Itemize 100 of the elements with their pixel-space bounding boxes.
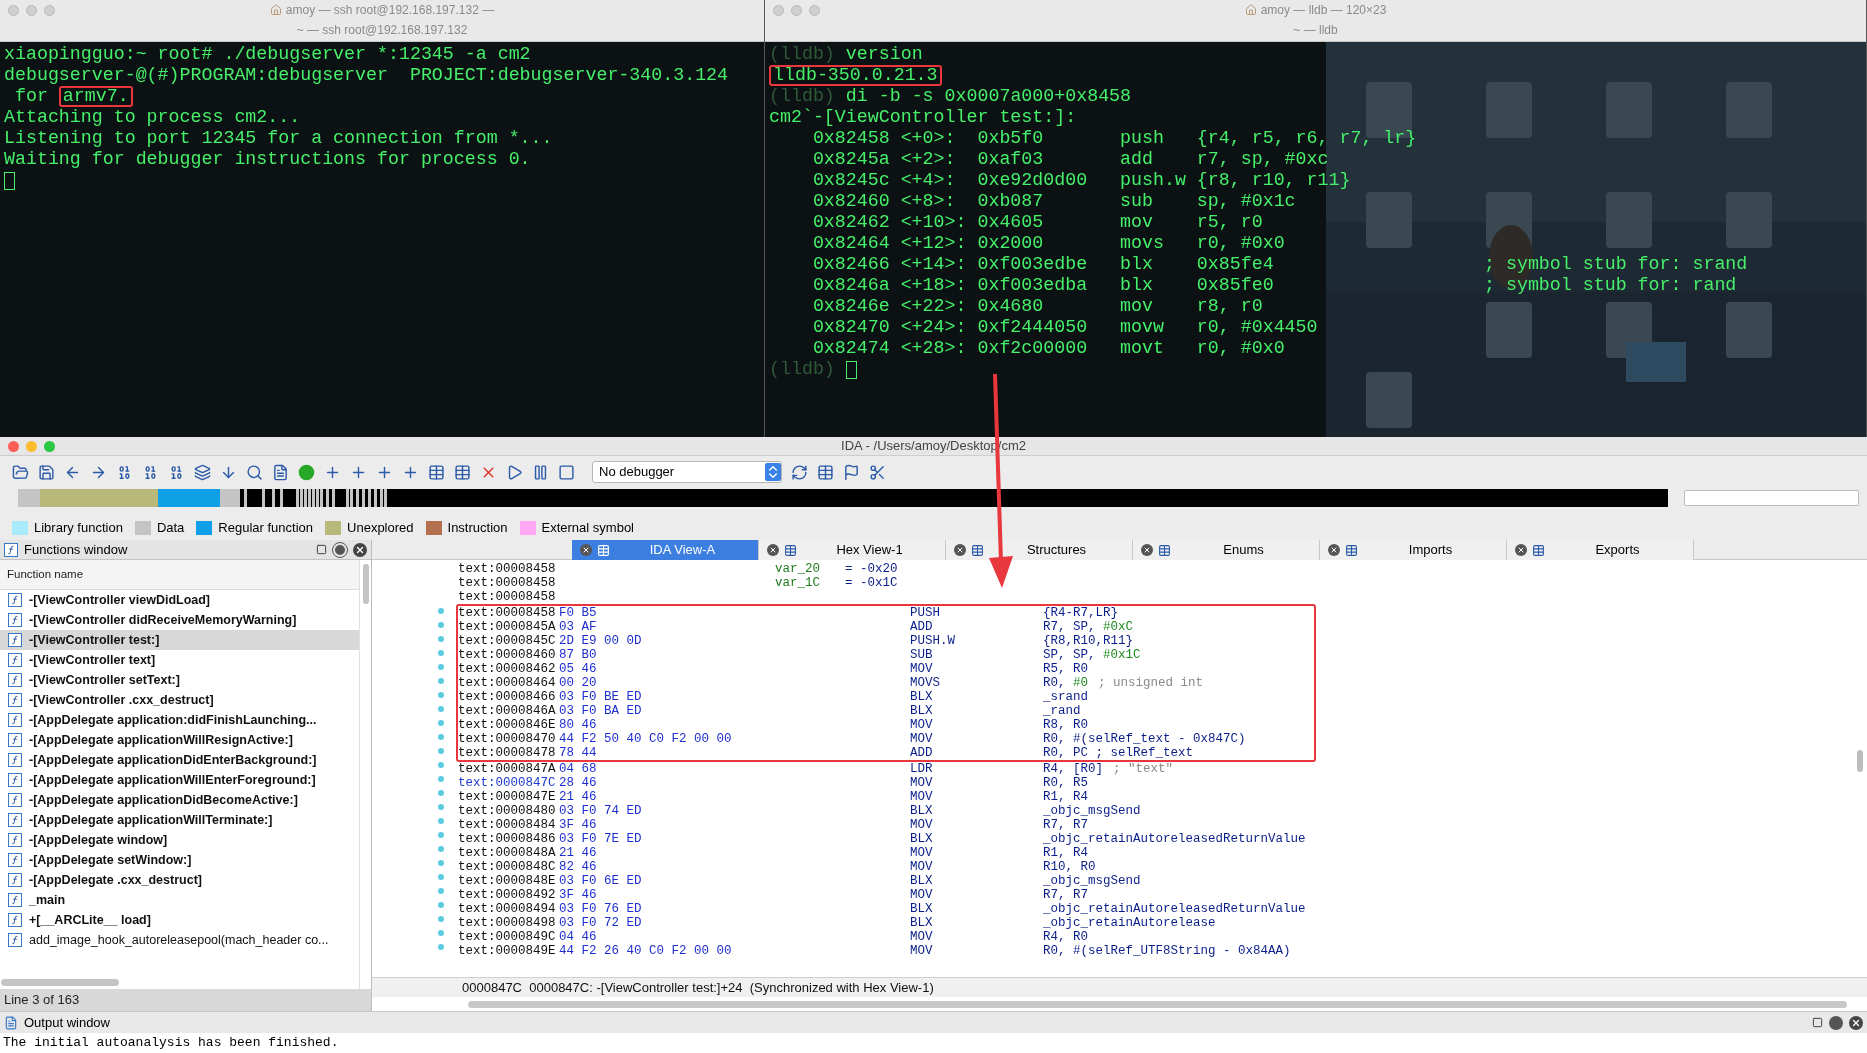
instruction-operands: R10, R0	[1043, 858, 1096, 875]
function-list-item[interactable]: -[ViewController didReceiveMemoryWarning]	[0, 610, 359, 630]
terminal-prompt: (lldb)	[769, 359, 835, 380]
settings-icon[interactable]	[1829, 1015, 1843, 1030]
opcode-bytes: 03 AF	[559, 618, 598, 635]
terminal-line: 0x8246e <+22>: 0x4680 mov r8, r0	[811, 296, 1263, 317]
layers-icon[interactable]	[194, 463, 211, 481]
close-icon[interactable]	[1849, 1015, 1863, 1030]
function-list-item[interactable]: -[AppDelegate .cxx_destruct]	[0, 870, 359, 890]
legend-label: Library function	[34, 519, 123, 538]
search-icon[interactable]	[246, 463, 263, 481]
opcode-bytes: 04 68	[559, 760, 598, 777]
instruction-mnemonic: LDR	[910, 760, 934, 777]
function-icon	[8, 593, 22, 607]
terminal-comment: ; symbol stub for: srand	[1484, 254, 1748, 275]
line-address: text:00008492	[458, 886, 557, 903]
address-field[interactable]	[1684, 490, 1859, 506]
function-icon	[8, 873, 22, 887]
scrollbar-thumb[interactable]	[1857, 750, 1863, 772]
function-list-item[interactable]: -[AppDelegate setWindow:]	[0, 850, 359, 870]
function-icon	[8, 613, 22, 627]
instruction-mnemonic: MOVS	[910, 674, 941, 691]
instruction-mnemonic: MOV	[910, 928, 934, 945]
opcode-bytes: 44 F2 50 40 C0 F2 00 00	[559, 730, 733, 747]
function-list-item[interactable]: +[__ARCLite__ load]	[0, 910, 359, 930]
debugger-select[interactable]: No debugger	[592, 461, 782, 483]
function-list-item[interactable]: -[ViewController text]	[0, 650, 359, 670]
cursor-icon	[4, 171, 15, 190]
function-list-item[interactable]: -[ViewController .cxx_destruct]	[0, 690, 359, 710]
function-list-item[interactable]: -[AppDelegate application:didFinishLaunching...	[0, 710, 359, 730]
scrollbar-thumb[interactable]	[362, 564, 369, 604]
terminal-line: for	[13, 86, 49, 107]
scissors-icon[interactable]	[869, 463, 886, 481]
terminal-line: 0x82470 <+24>: 0xf2444050 movw r0, #0x4450	[811, 317, 1318, 338]
terminal-prompt: (lldb)	[769, 44, 835, 65]
line-address: text:0000847C	[458, 774, 557, 791]
view-icon	[1158, 543, 1171, 557]
opcode-bytes: 05 46	[559, 660, 598, 677]
instruction-mnemonic: BLX	[910, 688, 934, 705]
variable-value: = -0x1C	[845, 574, 898, 592]
line-address: text:00008458	[458, 588, 557, 606]
restore-icon[interactable]	[1812, 1017, 1823, 1028]
refresh-icon[interactable]	[791, 463, 808, 481]
play-icon[interactable]	[506, 463, 523, 481]
function-list-item[interactable]: -[AppDelegate applicationDidEnterBackground:]	[0, 750, 359, 770]
instruction-operands: {R4-R7,LR}	[1043, 604, 1118, 621]
opcode-bytes: F0 B5	[559, 604, 598, 621]
opcode-bytes: 03 F0 BA ED	[559, 702, 643, 719]
navigation-band[interactable]	[18, 489, 1668, 507]
view-tab[interactable]: Structures	[946, 540, 1133, 560]
function-list-item[interactable]: -[AppDelegate applicationDidBecomeActive:]	[0, 790, 359, 810]
function-list-item[interactable]: -[AppDelegate applicationWillResignActive:]	[0, 730, 359, 750]
save-icon[interactable]	[38, 463, 55, 481]
table-icon[interactable]	[817, 463, 834, 481]
line-address: text:0000849C	[458, 928, 557, 945]
instruction-mnemonic: MOV	[910, 660, 934, 677]
settings-icon[interactable]	[333, 542, 347, 557]
tab-close-icon[interactable]	[954, 544, 966, 556]
pause-icon[interactable]	[532, 463, 549, 481]
tab-close-icon[interactable]	[580, 544, 592, 556]
tab-close-icon[interactable]	[1515, 544, 1527, 556]
instruction-operands: R5, R0	[1043, 660, 1088, 677]
scrollbar-thumb[interactable]	[1, 978, 119, 986]
view-tab[interactable]: Enums	[1133, 540, 1320, 560]
terminal-comment: ; symbol stub for: rand	[1484, 275, 1737, 296]
stop-icon[interactable]	[558, 463, 575, 481]
line-address: text:00008458	[458, 574, 557, 591]
opcode-bytes: 3F 46	[559, 816, 598, 833]
circle-icon[interactable]	[298, 463, 315, 481]
view-tab[interactable]: Imports	[1320, 540, 1507, 560]
function-list-item[interactable]: -[AppDelegate applicationWillTerminate:]	[0, 810, 359, 830]
view-tab[interactable]: Exports	[1507, 540, 1694, 560]
line-address: text:00008494	[458, 900, 557, 917]
function-list-item[interactable]: -[AppDelegate applicationWillEnterForeground:]	[0, 770, 359, 790]
function-list-item[interactable]: -[ViewController viewDidLoad]	[0, 590, 359, 610]
function-list-item[interactable]: add_image_hook_autoreleasepool(mach_header co...	[0, 930, 359, 950]
tab-close-icon[interactable]	[1328, 544, 1340, 556]
instruction-mnemonic: MOV	[910, 774, 934, 791]
table-icon[interactable]	[428, 463, 445, 481]
flag-icon[interactable]	[843, 463, 860, 481]
view-tab[interactable]: Hex View-1	[759, 540, 946, 560]
instruction-operands: {R8,R10,R11}	[1043, 632, 1133, 649]
function-list-item[interactable]: -[AppDelegate window]	[0, 830, 359, 850]
opcode-bytes: 03 F0 74 ED	[559, 802, 643, 819]
opcode-bytes: 03 F0 76 ED	[559, 900, 643, 917]
window-title: amoy — ssh root@192.168.197.132 —	[285, 1, 495, 19]
restore-icon[interactable]	[316, 544, 327, 555]
close-icon[interactable]	[353, 542, 367, 557]
document-icon[interactable]	[272, 463, 289, 481]
view-tab[interactable]: IDA View-A	[572, 540, 759, 560]
tab-close-icon[interactable]	[1141, 544, 1153, 556]
tab-close-icon[interactable]	[767, 544, 779, 556]
function-list-item[interactable]: _main	[0, 890, 359, 910]
folder-icon[interactable]	[12, 463, 29, 481]
column-header[interactable]: Function name	[7, 565, 84, 584]
function-list-item[interactable]: -[ViewController setText:]	[0, 670, 359, 690]
table-icon[interactable]	[454, 463, 471, 481]
terminal-line: 0x82474 <+28>: 0xf2c00000 movt r0, #0x0	[811, 338, 1285, 359]
function-list-item[interactable]: -[ViewController test:]	[0, 630, 359, 650]
scrollbar-thumb[interactable]	[468, 1000, 1847, 1008]
